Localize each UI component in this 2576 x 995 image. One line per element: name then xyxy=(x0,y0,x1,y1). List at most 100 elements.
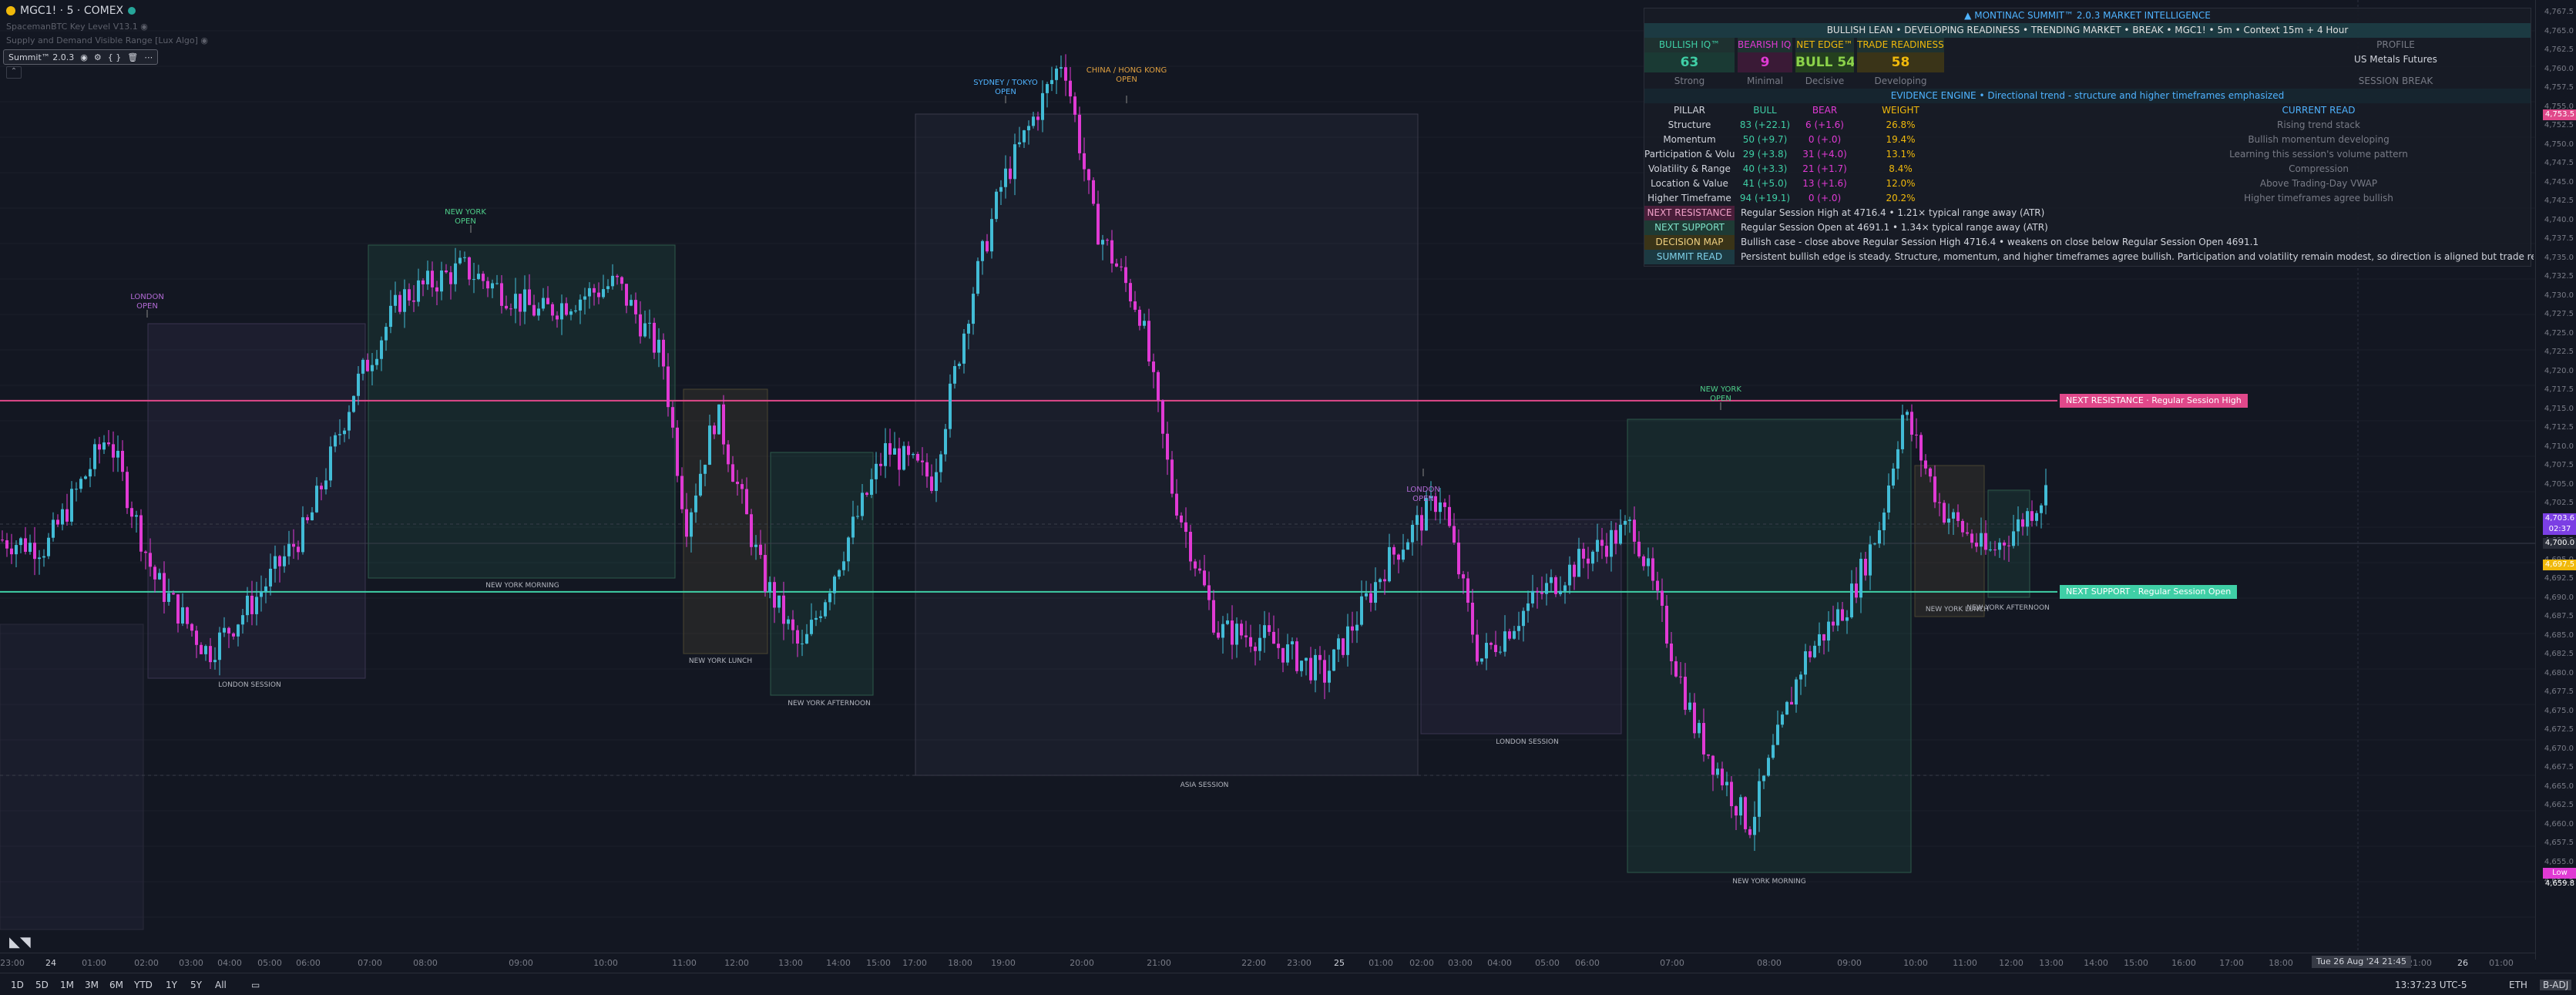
candle-body xyxy=(135,515,138,517)
note-key: SUMMIT READ xyxy=(1644,250,1735,264)
indicator-legend-1[interactable]: SpacemanBTC Key Level V13.1 ◉ xyxy=(6,22,148,32)
score-header: BULLISH IQ™ xyxy=(1644,38,1735,52)
candle-body xyxy=(667,366,670,408)
study-name: Summit™ 2.0.3 xyxy=(8,52,75,62)
eye-icon[interactable]: ◉ xyxy=(200,35,208,45)
candle-body xyxy=(500,283,503,306)
visibility-icon[interactable]: ◉ xyxy=(80,52,88,62)
adjustment-button[interactable]: B-ADJ xyxy=(2540,980,2572,990)
time-tick-label: 25 xyxy=(1334,958,1345,968)
more-icon[interactable]: ⋯ xyxy=(144,52,153,62)
time-tick-label: 05:00 xyxy=(257,958,282,968)
timeframe-button[interactable]: 1M xyxy=(60,980,74,990)
candle-body xyxy=(1466,578,1469,603)
candle-body xyxy=(306,517,309,521)
candle-body xyxy=(611,275,614,287)
timeframe-button[interactable]: 1Y xyxy=(166,980,177,990)
candle-body xyxy=(1161,400,1164,434)
timeframe-button[interactable]: 5Y xyxy=(190,980,202,990)
tradingview-logo-icon[interactable]: ◣◥ xyxy=(9,934,31,950)
pillar-bull: 40 (+3.3) xyxy=(1742,163,1788,174)
price-tick-label: 4,692.5 xyxy=(2544,574,2574,583)
price-tick-label: 4,680.0 xyxy=(2544,668,2574,677)
session-label: NEW YORK MORNING xyxy=(1732,878,1806,886)
time-tick-label: 08:00 xyxy=(413,958,438,968)
candle-body xyxy=(999,187,1003,192)
candle-body xyxy=(1203,570,1206,586)
candle-body xyxy=(1896,449,1899,469)
session-box xyxy=(0,624,144,930)
candle-body xyxy=(1970,533,1973,543)
candle-body xyxy=(1032,116,1035,126)
candle-body xyxy=(1004,168,1007,187)
price-tick-label: 4,687.5 xyxy=(2544,612,2574,620)
candle-body xyxy=(1476,634,1479,662)
time-tick-label: 10:00 xyxy=(593,958,618,968)
timeframe-button[interactable]: 6M xyxy=(109,980,123,990)
symbol-title[interactable]: MGC1! · 5 · COMEX xyxy=(20,5,123,17)
time-tick-label: 18:00 xyxy=(2269,958,2293,968)
indicator-legend-2[interactable]: Supply and Demand Visible Range [Lux Alg… xyxy=(6,35,208,45)
candle-body xyxy=(639,314,642,337)
collapse-legend-button[interactable]: ⌃ xyxy=(6,66,22,79)
date-range-icon[interactable]: ▭ xyxy=(251,980,260,990)
candle-body xyxy=(1448,506,1451,526)
candle-body xyxy=(1217,632,1220,638)
candle-body xyxy=(935,472,938,491)
settings-icon[interactable]: ⚙ xyxy=(94,52,102,62)
candle-body xyxy=(361,359,364,374)
candle-body xyxy=(315,486,318,513)
candle-body xyxy=(1064,67,1067,81)
symbol-header[interactable]: MGC1! · 5 · COMEX xyxy=(6,5,136,17)
price-tick-label: 4,655.0 xyxy=(2544,857,2574,866)
candle-body xyxy=(1846,617,1849,621)
session-mode-button[interactable]: ETH xyxy=(2509,980,2527,990)
candle-body xyxy=(1157,371,1160,401)
candle-body xyxy=(1577,549,1580,577)
candle-body xyxy=(1517,626,1520,631)
time-tick-label: 17:00 xyxy=(902,958,927,968)
delete-icon[interactable]: 🗑 xyxy=(127,52,138,62)
pillar-header: WEIGHT xyxy=(1882,105,1919,116)
timeframe-button[interactable]: YTD xyxy=(134,980,153,990)
candle-body xyxy=(1698,723,1701,734)
time-tick-label: 11:00 xyxy=(1953,958,1977,968)
clock-display[interactable]: 13:37:23 UTC-5 xyxy=(2395,980,2467,990)
market-open-icon xyxy=(128,7,136,15)
study-legend[interactable]: Summit™ 2.0.3 ◉ ⚙ { } 🗑 ⋯ xyxy=(3,49,159,65)
candle-body xyxy=(2040,505,2043,513)
candle-body xyxy=(385,327,388,341)
time-tick-label: 21:00 xyxy=(1147,958,1171,968)
price-tick-label: 4,702.5 xyxy=(2544,499,2574,507)
score-tag: Developing xyxy=(1874,76,1927,86)
price-tick-label: 4,732.5 xyxy=(2544,272,2574,281)
candle-body xyxy=(1799,674,1802,680)
pillar-bull: 94 (+19.1) xyxy=(1739,193,1791,203)
time-tick-label: 03:00 xyxy=(1448,958,1473,968)
candle-body xyxy=(292,543,295,547)
candle-body xyxy=(1522,610,1525,627)
score-tag: Decisive xyxy=(1805,76,1845,86)
session-label: NEW YORK LUNCH xyxy=(688,657,753,665)
price-axis[interactable]: 4,767.5 4,765.0 4,762.5 4,760.0 4,757.5 4,755… xyxy=(2535,0,2576,960)
candle-body xyxy=(597,292,600,297)
candle-body xyxy=(1980,533,1983,547)
source-code-icon[interactable]: { } xyxy=(108,52,122,62)
candle-body xyxy=(52,519,55,538)
candle-body xyxy=(1961,520,1964,533)
timeframe-button[interactable]: 1D xyxy=(11,980,24,990)
eye-icon[interactable]: ◉ xyxy=(140,22,148,32)
candle-body xyxy=(990,219,993,252)
candle-body xyxy=(819,616,822,618)
candle-body xyxy=(1642,556,1645,566)
candle-body xyxy=(588,287,591,297)
time-axis[interactable]: 23:00 24 01:00 02:00 03:00 04:00 05:00 06:00 07:… xyxy=(0,953,2535,970)
candle-body xyxy=(537,308,540,316)
candle-body xyxy=(1175,493,1178,516)
pillar-weight: 19.4% xyxy=(1886,134,1916,145)
note-row: SUMMIT READ Persistent bullish edge is st… xyxy=(1644,250,2534,264)
timeframe-button[interactable]: All xyxy=(215,980,227,990)
timeframe-button[interactable]: 5D xyxy=(35,980,49,990)
candle-body xyxy=(149,553,152,567)
timeframe-button[interactable]: 3M xyxy=(85,980,99,990)
